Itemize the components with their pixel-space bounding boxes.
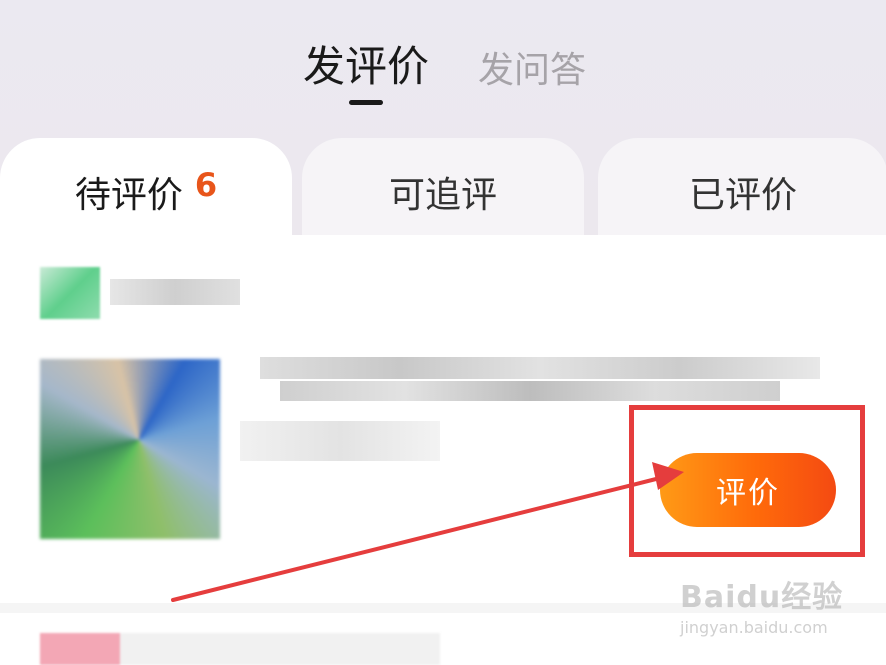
subtab-label: 可追评 [388, 175, 497, 216]
active-tab-indicator [349, 100, 383, 105]
product-title-blurred-line2 [280, 381, 780, 401]
next-shop-header-blurred[interactable] [40, 633, 440, 665]
watermark-url: jingyan.baidu.com [680, 618, 828, 637]
watermark-brand: Baidu经验 [680, 580, 844, 615]
shop-icon [40, 267, 100, 319]
header-tabs: 发评价 发问答 [0, 38, 886, 118]
subtab-label: 待评价 [74, 175, 183, 216]
subtab-pending-review[interactable]: 待评价 6 [0, 138, 292, 248]
tab-post-qa[interactable]: 发问答 [478, 42, 586, 100]
pending-count-badge: 6 [194, 166, 218, 204]
shop-header[interactable] [40, 267, 240, 319]
product-title-blurred [260, 357, 820, 379]
subtab-label: 已评价 [688, 175, 797, 216]
watermark: Baidu经验 jingyan.baidu.com [680, 572, 880, 662]
product-spec-blurred [240, 421, 440, 461]
tab-post-review[interactable]: 发评价 [303, 38, 429, 96]
subtab-follow-up[interactable]: 可追评 [302, 138, 584, 248]
shop-name-blurred [110, 279, 240, 305]
review-button[interactable]: 评价 [660, 453, 836, 527]
subtab-reviewed[interactable]: 已评价 [598, 138, 886, 248]
product-thumbnail[interactable] [40, 359, 220, 539]
